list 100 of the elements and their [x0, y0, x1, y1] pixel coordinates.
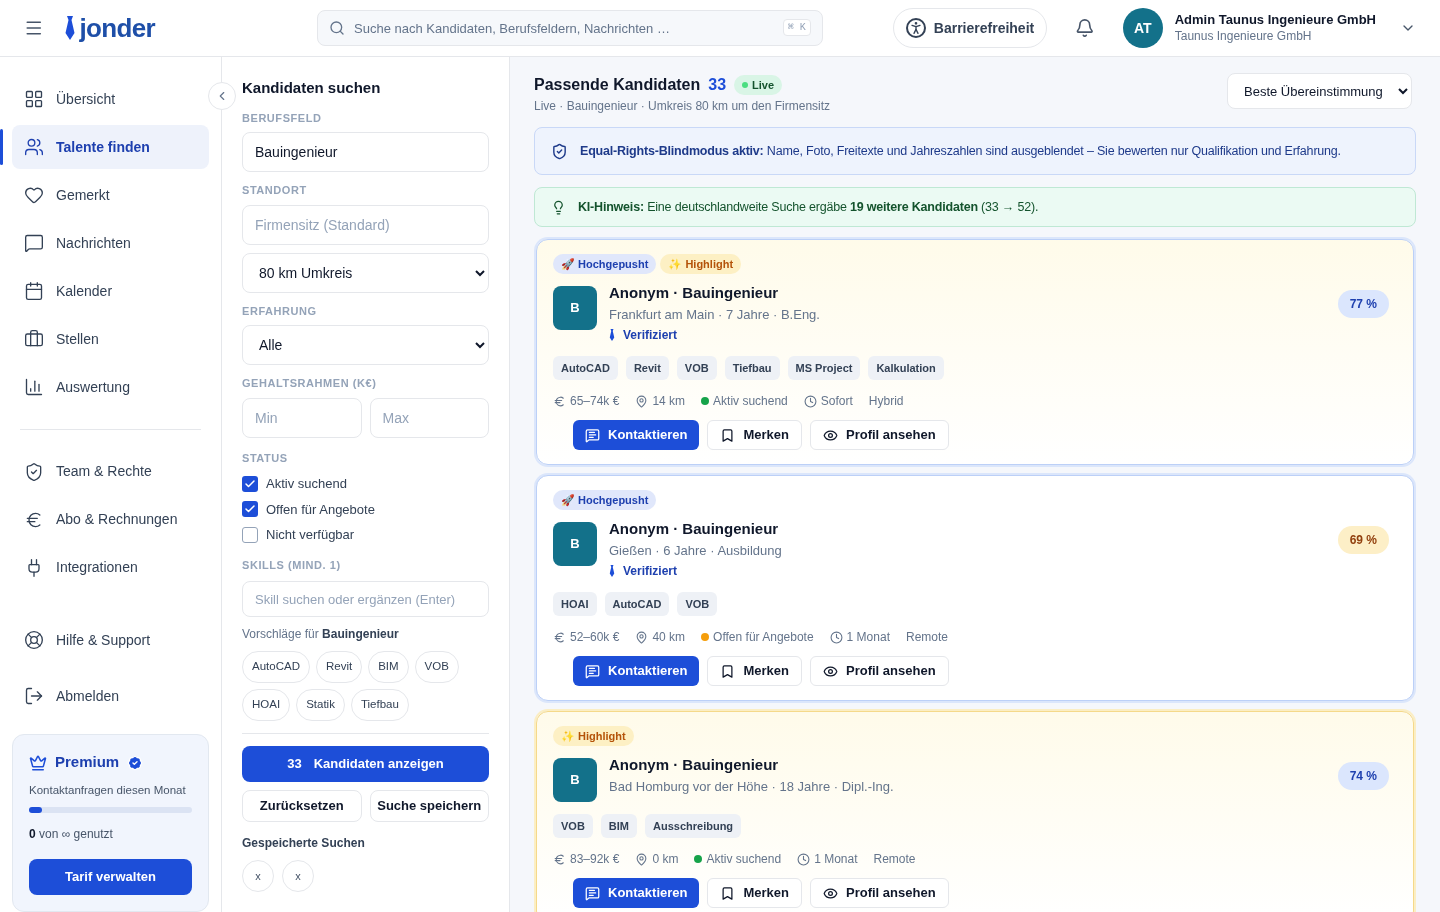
text-field[interactable]: Firmensitz (Standard): [242, 204, 489, 245]
skill-tag: Ausschreibung: [645, 814, 742, 838]
select-field[interactable]: 80 km Umkreis: [242, 252, 489, 293]
skill-tag: VOB: [676, 356, 717, 380]
skill-tag: Tiefbau: [724, 356, 780, 380]
match-score: 74 %: [1337, 762, 1389, 790]
suggestion-hint: Vorschläge für Bauingenieur: [242, 626, 400, 643]
map-pin-icon: [635, 394, 649, 408]
candidate-badge: ✨ Highlight: [553, 726, 634, 746]
salary-info: 65–74k €: [553, 392, 620, 410]
candidate-details: Frankfurt am Main · 7 Jahre · B.Eng.: [609, 305, 821, 324]
map-pin-icon: [635, 630, 649, 644]
user-name: Admin Taunus Ingenieure GmbH: [1174, 12, 1376, 29]
candidate-details: Gießen · 6 Jahre · Ausbildung: [609, 541, 783, 560]
skill-tag: Kalkulation: [868, 356, 944, 380]
nav-item[interactable]: Stellen: [12, 317, 209, 361]
skill-field[interactable]: Skill suchen oder ergänzen (Enter): [242, 581, 489, 617]
verified-icon: [127, 754, 144, 771]
results-subtitle: Live · Bauingenieur · Umkreis 80 km um den Firmensitz: [534, 98, 831, 115]
eye-icon: [823, 663, 838, 679]
menu-icon[interactable]: [24, 18, 44, 38]
view-profile-button[interactable]: Profil ansehen: [810, 878, 949, 908]
manage-plan-button[interactable]: Tarif verwalten: [29, 859, 192, 895]
nav-item[interactable]: Integrationen: [12, 545, 209, 590]
match-score: 69 %: [1337, 526, 1389, 554]
work-mode: Remote: [873, 851, 916, 868]
eye-icon: [823, 885, 838, 901]
status-label: Offen für Angebote: [713, 629, 814, 646]
saved-searches-title: Gespeicherte Suchen: [242, 835, 366, 852]
plan-title: Premium: [55, 752, 120, 773]
availability-info: Sofort: [803, 392, 853, 410]
contact-button[interactable]: Kontaktieren: [573, 420, 700, 450]
checkbox[interactable]: [242, 475, 258, 492]
nav-item[interactable]: Kalender: [12, 269, 209, 313]
nav-item[interactable]: Abo & Rechnungen: [12, 497, 209, 542]
clock-icon: [803, 394, 817, 408]
show-candidates-button[interactable]: 33 Kandidaten anzeigen: [242, 746, 489, 782]
user-avatar[interactable]: AT: [1122, 8, 1163, 48]
bookmark-icon: [720, 885, 736, 901]
eye-icon: [823, 427, 838, 443]
bookmark-button[interactable]: Merken: [707, 420, 802, 450]
logo[interactable]: jonder: [79, 15, 156, 41]
status-label: Aktiv suchend: [706, 851, 782, 868]
sort-select[interactable]: Beste Übereinstimmung: [1227, 73, 1412, 109]
bookmark-button[interactable]: Merken: [707, 878, 802, 908]
results-title: Passende Kandidaten: [534, 75, 701, 95]
shortcut-hint: ⌘ K: [782, 19, 811, 36]
verified-label: Verifiziert: [623, 563, 678, 580]
work-mode: Hybrid: [868, 393, 904, 410]
text-field[interactable]: Bauingenieur: [242, 132, 489, 172]
reset-button[interactable]: Zurücksetzen: [242, 790, 362, 822]
verified-label: Verifiziert: [623, 327, 678, 344]
nav-icon: [24, 461, 44, 482]
check-icon: [244, 477, 256, 490]
max-field[interactable]: Max: [369, 397, 489, 438]
match-score: 77 %: [1337, 290, 1389, 318]
field-label: ERFAHRUNG: [242, 303, 318, 319]
nav-item[interactable]: Talente finden: [12, 125, 209, 169]
nav-item[interactable]: Übersicht: [12, 77, 209, 121]
nav-item[interactable]: Abmelden: [12, 674, 209, 719]
distance-info: 0 km: [635, 850, 679, 868]
nav-icon: [24, 281, 44, 301]
usage-text: 0 von ∞ genutzt: [29, 826, 114, 843]
bookmark-button[interactable]: Merken: [707, 656, 802, 686]
nav-icon: [24, 377, 44, 397]
checkbox[interactable]: [242, 501, 258, 518]
min-field[interactable]: Min: [242, 397, 362, 438]
candidate-avatar: B: [553, 286, 597, 330]
notice-text: Equal-Rights-Blindmodus aktiv: Name, Foto, Freitexte und Jahreszahlen sind ausgeblendet – Sie bewerten nur Qualifikation und Erfahrung.: [580, 142, 1341, 160]
view-profile-button[interactable]: Profil ansehen: [810, 656, 949, 686]
status-label: Aktiv suchend: [713, 393, 788, 410]
nav-item[interactable]: Hilfe & Support: [12, 618, 209, 663]
field-label: STATUS: [242, 450, 289, 466]
field-label: BERUFSFELD: [242, 110, 323, 126]
checkbox[interactable]: [242, 526, 258, 543]
user-company: Taunus Ingenieure GmbH: [1174, 28, 1313, 44]
lightbulb-icon: [551, 199, 566, 215]
select-field[interactable]: Alle: [242, 325, 489, 365]
contact-button[interactable]: Kontaktieren: [573, 878, 700, 908]
clock-icon: [829, 630, 843, 644]
map-pin-icon: [635, 852, 649, 866]
nav-item[interactable]: Auswertung: [12, 365, 209, 409]
notification-icon[interactable]: [1075, 18, 1095, 38]
candidate-details: Bad Homburg vor der Höhe · 18 Jahre · Dipl.-Ing.: [609, 777, 895, 796]
nav-item[interactable]: Gemerkt: [12, 173, 209, 217]
nav-icon: [24, 233, 44, 253]
nav-icon: [24, 185, 44, 205]
save-search-button[interactable]: Suche speichern: [369, 790, 489, 822]
skill-tag: AutoCAD: [604, 592, 670, 616]
bookmark-icon: [720, 663, 736, 679]
candidate-title: Anonym · Bauingenieur: [609, 755, 780, 775]
view-profile-button[interactable]: Profil ansehen: [810, 420, 949, 450]
contact-button[interactable]: Kontaktieren: [573, 656, 700, 686]
nav-icon: [24, 329, 44, 349]
distance-info: 40 km: [635, 628, 686, 646]
live-badge: Live: [734, 75, 783, 95]
salary-info: 83–92k €: [553, 850, 620, 868]
nav-item[interactable]: Nachrichten: [12, 221, 209, 265]
nav-item[interactable]: Team & Rechte: [12, 449, 209, 494]
availability-info: 1 Monat: [797, 850, 858, 868]
